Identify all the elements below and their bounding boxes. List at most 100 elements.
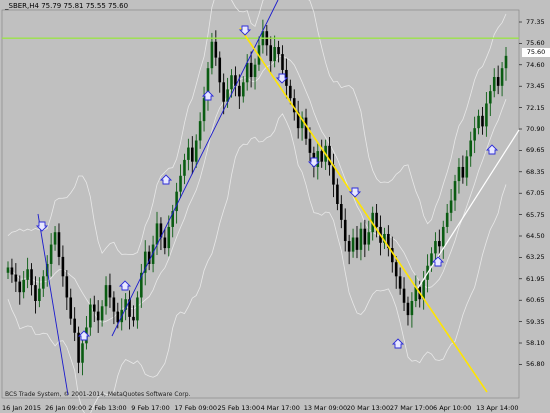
candle-body xyxy=(163,237,167,249)
time-tick-label: 27 Mar 17:00 xyxy=(389,404,434,412)
candle-body xyxy=(108,285,112,298)
price-tick-label: 65.75 xyxy=(526,210,545,219)
candle-body xyxy=(504,55,508,69)
candle-body xyxy=(30,269,33,286)
time-tick-label: 20 Mar 13:00 xyxy=(346,404,391,412)
candle-body xyxy=(132,316,135,321)
trendline-blue-up xyxy=(111,0,279,337)
candle-body xyxy=(355,237,359,250)
candle-body xyxy=(53,232,57,245)
chart-window[interactable]: _SBER,H4 75.79 75.81 75.55 75.60 BCS Tra… xyxy=(0,0,550,413)
candle-body xyxy=(336,184,339,204)
price-tick-label: 67.05 xyxy=(526,189,545,198)
price-tick-label: 58.10 xyxy=(526,339,545,347)
candle-body xyxy=(489,91,492,104)
candle-body xyxy=(18,281,22,293)
current-price-tag: 75.60 xyxy=(522,48,550,57)
candle-body xyxy=(167,226,171,249)
price-tick-label: 75.60 xyxy=(526,39,545,48)
candle-body xyxy=(100,306,104,321)
candle-body xyxy=(183,159,186,176)
candle-body xyxy=(136,297,139,321)
copyright-text: BCS Trade System, © 2001-2014, MetaQuote… xyxy=(5,391,191,398)
candle-body xyxy=(249,62,253,78)
price-tick-label: 61.95 xyxy=(526,274,545,283)
fractal-down-arrow-icon xyxy=(348,187,362,198)
symbol-header: _SBER,H4 75.79 75.81 75.55 75.60 xyxy=(5,2,129,10)
candle-body xyxy=(190,147,194,162)
candle-body xyxy=(457,166,461,182)
candle-body xyxy=(210,41,214,69)
candle-body xyxy=(430,253,433,266)
candle-body xyxy=(41,276,45,289)
candle-body xyxy=(230,75,233,90)
candle-body xyxy=(34,285,37,301)
time-tick-label: 6 Apr 10:00 xyxy=(433,404,472,412)
candle-body xyxy=(445,212,449,227)
candle-body xyxy=(343,219,347,242)
candle-body xyxy=(363,228,367,245)
candle-body xyxy=(202,98,206,122)
candle-body xyxy=(394,262,398,277)
time-tick-label: 13 Apr 14:00 xyxy=(476,404,519,412)
candle-body xyxy=(351,237,355,252)
candle-body xyxy=(465,156,469,178)
candle-body xyxy=(496,77,500,86)
candle-body xyxy=(38,288,41,301)
fractal-down-arrow-icon xyxy=(238,25,252,36)
candle-body xyxy=(253,64,257,78)
price-chart[interactable] xyxy=(0,0,550,413)
candle-body xyxy=(347,241,351,252)
candle-body xyxy=(57,232,61,257)
price-tick-label: 68.35 xyxy=(526,167,545,176)
fractal-up-arrow-icon xyxy=(118,280,132,291)
candle-body xyxy=(116,311,120,323)
candle-body xyxy=(398,276,402,289)
candle-body xyxy=(241,82,245,97)
candle-body xyxy=(26,269,29,280)
price-tick-label: 70.90 xyxy=(526,125,545,133)
candle-body xyxy=(273,47,276,62)
candle-body xyxy=(289,85,292,99)
price-tick-label: 63.25 xyxy=(526,253,545,262)
candle-body xyxy=(198,121,202,141)
candle-body xyxy=(14,274,18,282)
price-tick-label: 56.80 xyxy=(526,360,545,369)
candle-body xyxy=(77,332,80,363)
candle-body xyxy=(410,301,414,316)
candle-body xyxy=(175,191,178,212)
price-tick-label: 64.50 xyxy=(526,232,545,240)
candle-body xyxy=(104,285,108,307)
candle-body xyxy=(434,241,437,254)
candle-body xyxy=(441,226,445,247)
candle-body xyxy=(453,181,457,201)
price-tick-label: 69.65 xyxy=(526,146,545,155)
candle-body xyxy=(402,288,406,303)
time-tick-label: 17 Feb 09:00 xyxy=(174,404,218,412)
candle-body xyxy=(438,241,441,247)
candle-body xyxy=(359,228,363,250)
fractal-up-arrow-icon xyxy=(159,174,173,185)
candle-body xyxy=(69,297,73,319)
candle-body xyxy=(473,128,476,141)
candle-body xyxy=(245,62,249,83)
time-tick-label: 16 Jan 2015 xyxy=(2,404,41,412)
candle-body xyxy=(81,343,84,363)
price-tick-label: 72.15 xyxy=(526,103,545,112)
time-tick-label: 13 Mar 09:00 xyxy=(303,404,348,412)
trendline-blue-down xyxy=(37,213,69,396)
candle-body xyxy=(89,304,92,328)
price-tick-label: 60.65 xyxy=(526,296,545,305)
candle-body xyxy=(461,166,465,178)
candle-body xyxy=(155,223,159,245)
bollinger-middle xyxy=(7,55,507,323)
candle-body xyxy=(320,151,324,162)
candle-body xyxy=(340,204,343,220)
candle-body xyxy=(61,256,65,277)
candle-body xyxy=(222,82,225,102)
candle-body xyxy=(308,138,312,153)
candle-body xyxy=(238,85,241,97)
candle-body xyxy=(96,311,100,321)
candle-body xyxy=(406,302,410,316)
time-tick-label: 9 Feb 17:00 xyxy=(131,404,170,412)
